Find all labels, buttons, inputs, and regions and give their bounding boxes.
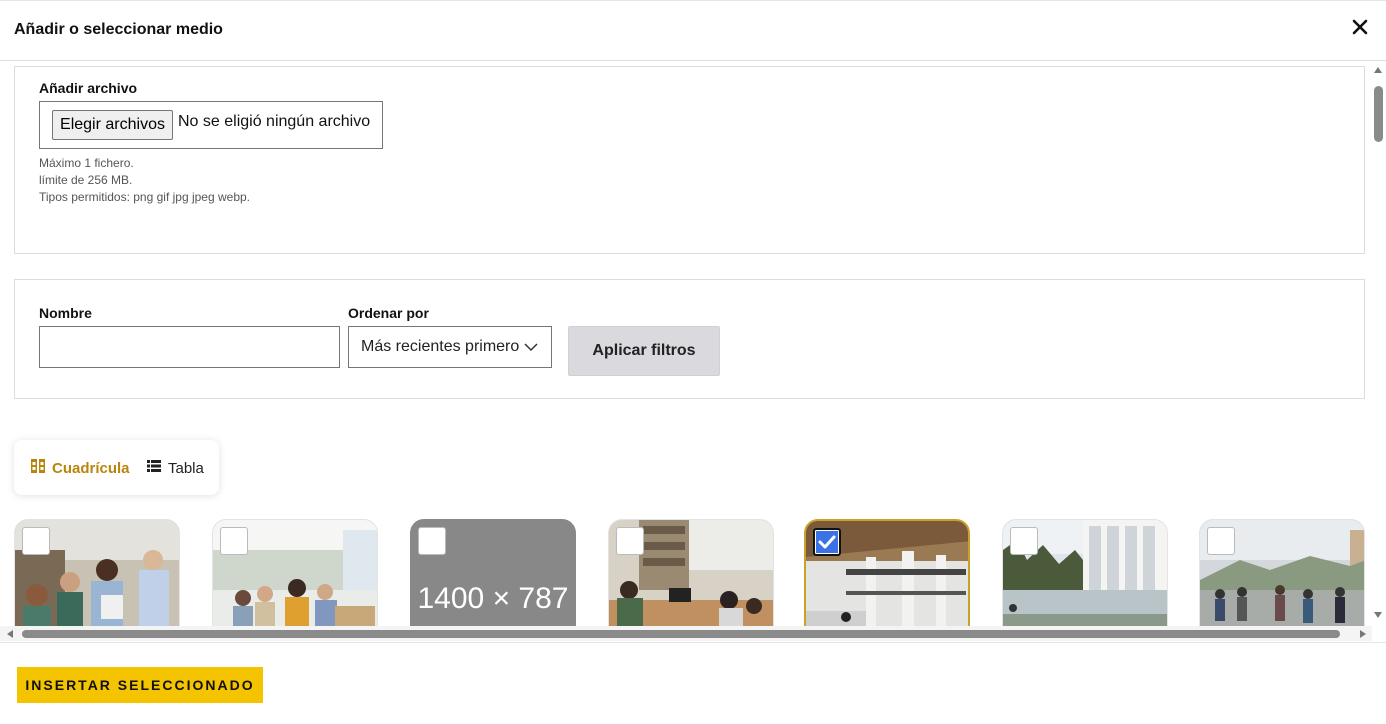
view-table-button[interactable]: Tabla: [146, 458, 204, 478]
chevron-down-icon: [524, 340, 538, 359]
insert-selected-button[interactable]: INSERTAR SELECCIONADO: [17, 667, 263, 703]
horizontal-scroll-thumb[interactable]: [22, 630, 1340, 638]
media-card[interactable]: [212, 519, 378, 629]
dialog-titlebar: Añadir o seleccionar medio: [0, 1, 1386, 61]
scroll-up-arrow-icon[interactable]: [1374, 67, 1382, 73]
select-checkbox[interactable]: [220, 527, 248, 555]
dialog-content: Añadir archivo Elegir archivos No se eli…: [0, 62, 1386, 642]
choose-files-button[interactable]: Elegir archivos: [52, 110, 173, 140]
vertical-scrollbar[interactable]: [1371, 62, 1386, 620]
list-icon: [146, 458, 162, 478]
upload-label: Añadir archivo: [39, 80, 138, 96]
apply-filters-button[interactable]: Aplicar filtros: [568, 326, 720, 376]
media-card[interactable]: 1400 × 787: [410, 519, 576, 629]
view-toggle: Cuadrícula Tabla: [14, 440, 219, 495]
media-card[interactable]: [1199, 519, 1365, 629]
grid-icon: [30, 458, 46, 478]
view-grid-button[interactable]: Cuadrícula: [30, 458, 130, 478]
scroll-left-arrow-icon[interactable]: [7, 630, 13, 638]
help-allowed-types: Tipos permitidos: png gif jpg jpeg webp.: [39, 190, 251, 204]
media-grid: 1400 × 787: [14, 519, 1374, 629]
select-checkbox[interactable]: [1207, 527, 1235, 555]
filters-panel: Nombre Ordenar por Más recientes primero…: [14, 279, 1365, 399]
upload-panel: Añadir archivo Elegir archivos No se eli…: [14, 66, 1365, 254]
checkmark-icon: [818, 535, 836, 549]
dialog-title: Añadir o seleccionar medio: [14, 21, 223, 38]
media-card[interactable]: [608, 519, 774, 629]
media-card[interactable]: [14, 519, 180, 629]
view-grid-label: Cuadrícula: [52, 459, 130, 477]
help-max-files: Máximo 1 fichero.: [39, 156, 134, 170]
view-table-label: Tabla: [168, 459, 204, 477]
scroll-right-arrow-icon[interactable]: [1360, 630, 1366, 638]
scroll-down-arrow-icon[interactable]: [1374, 612, 1382, 618]
name-input[interactable]: [39, 326, 340, 368]
select-checkbox[interactable]: [616, 527, 644, 555]
upload-help: Máximo 1 fichero. límite de 256 MB. Tipo…: [39, 155, 250, 206]
sort-label: Ordenar por: [348, 305, 429, 321]
name-label: Nombre: [39, 305, 92, 321]
close-icon[interactable]: [1348, 15, 1372, 39]
media-card[interactable]: [1002, 519, 1168, 629]
media-card[interactable]: [804, 519, 970, 629]
select-checkbox[interactable]: [1010, 527, 1038, 555]
dialog-footer: INSERTAR SELECCIONADO: [0, 642, 1386, 724]
horizontal-scrollbar[interactable]: [0, 626, 1372, 641]
file-status-text: No se eligió ningún archivo: [178, 113, 371, 130]
select-checkbox[interactable]: [813, 528, 841, 556]
file-input[interactable]: Elegir archivos No se eligió ningún arch…: [39, 101, 383, 149]
sort-selected-value: Más recientes primero: [361, 338, 520, 355]
help-size-limit: límite de 256 MB.: [39, 173, 133, 187]
select-checkbox[interactable]: [418, 527, 446, 555]
vertical-scroll-thumb[interactable]: [1374, 86, 1383, 142]
sort-select[interactable]: Más recientes primero: [348, 326, 552, 368]
media-dialog: Añadir o seleccionar medio Añadir archiv…: [0, 0, 1386, 724]
select-checkbox[interactable]: [22, 527, 50, 555]
placeholder-dimensions: 1400 × 787: [417, 582, 569, 615]
